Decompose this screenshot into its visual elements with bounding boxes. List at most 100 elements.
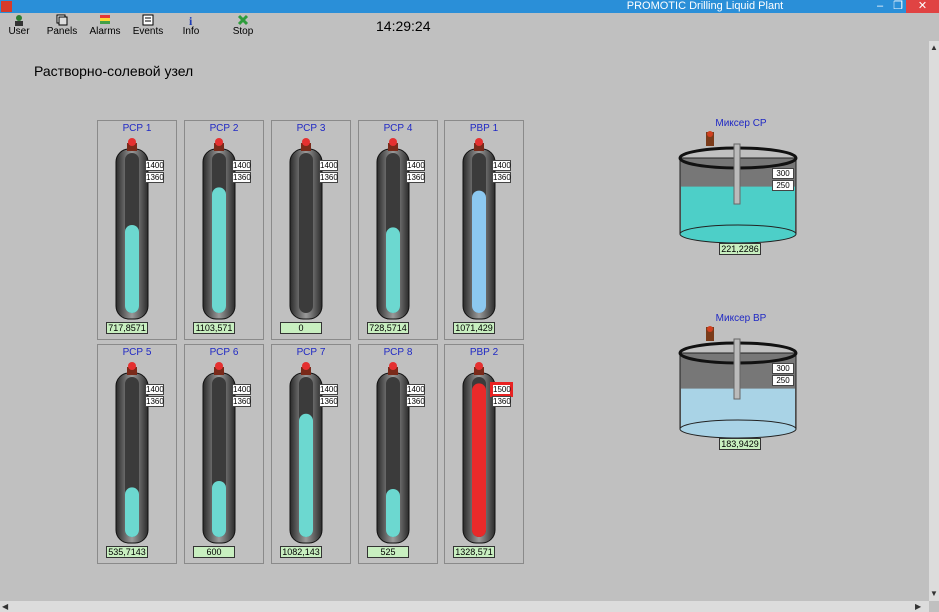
- events-button[interactable]: Events: [128, 13, 168, 40]
- tank-value: 600: [193, 546, 235, 558]
- title-bar: PROMOTIC Drilling Liquid Plant – ❐ ✕: [0, 0, 939, 13]
- alarms-button[interactable]: Alarms: [88, 13, 122, 40]
- scroll-up-icon[interactable]: ▲: [930, 43, 938, 53]
- tank-value: 0: [280, 322, 322, 334]
- tank-fill: [472, 190, 486, 313]
- tank-name: РСР 8: [383, 347, 413, 358]
- tank-graphic: [462, 362, 496, 544]
- high-limit: 1500: [492, 384, 511, 395]
- mixer-name: Миксер СР: [715, 118, 767, 129]
- tank-value: 1082,143: [280, 546, 322, 558]
- tank-panel[interactable]: РСР 1 1400 1360 717,8571: [97, 120, 177, 340]
- low-limit: 1360: [145, 172, 164, 183]
- stop-icon: [237, 14, 249, 26]
- scroll-right-icon[interactable]: ▶: [915, 602, 921, 612]
- tank-fill: [212, 187, 226, 313]
- tank-panel[interactable]: РСР 6 1400 1360 600: [184, 344, 264, 564]
- tank-value: 525: [367, 546, 409, 558]
- info-icon: i: [189, 14, 193, 26]
- mixer-name: Миксер ВР: [715, 313, 767, 324]
- svg-text:i: i: [189, 14, 193, 26]
- mixer-high-limit: 300: [772, 168, 794, 179]
- high-limit: 1400: [145, 160, 164, 171]
- low-limit: 1360: [145, 396, 164, 407]
- panels-button[interactable]: Panels: [44, 13, 80, 40]
- high-limit: 1400: [319, 160, 338, 171]
- tank-fill: [212, 481, 226, 537]
- tank-fill: [472, 383, 486, 537]
- tank-value: 1103,571: [193, 322, 235, 334]
- page-title: Растворно-солевой узел: [34, 63, 194, 79]
- high-limit: 1400: [145, 384, 164, 395]
- horizontal-scrollbar[interactable]: ◀ ▶: [0, 601, 929, 612]
- low-limit: 1360: [232, 396, 251, 407]
- mixer-value: 183,9429: [719, 438, 761, 450]
- mixer-value: 221,2286: [719, 243, 761, 255]
- stop-button[interactable]: Stop: [228, 13, 258, 40]
- alarms-label: Alarms: [89, 26, 121, 37]
- mixer-low-limit: 250: [772, 375, 794, 386]
- tank-name: РСР 2: [209, 123, 239, 134]
- events-icon: [142, 14, 154, 26]
- mixer[interactable]: Миксер ВР 300 250 183,9429: [676, 313, 806, 453]
- tank-panel[interactable]: РСР 5 1400 1360 535,7143: [97, 344, 177, 564]
- tank-name: РСР 7: [296, 347, 326, 358]
- high-limit: 1400: [406, 160, 425, 171]
- low-limit: 1360: [232, 172, 251, 183]
- info-button[interactable]: i Info: [176, 13, 206, 40]
- close-button[interactable]: ✕: [906, 0, 939, 13]
- minimize-button[interactable]: –: [872, 0, 888, 13]
- high-limit: 1400: [232, 160, 251, 171]
- vertical-scrollbar[interactable]: ▲ ▼: [929, 41, 939, 601]
- tank-panel[interactable]: РСР 8 1400 1360 525: [358, 344, 438, 564]
- tank-value: 1071,429: [453, 322, 495, 334]
- tank-fill: [125, 487, 139, 537]
- low-limit: 1360: [319, 396, 338, 407]
- mixer-low-limit: 250: [772, 180, 794, 191]
- toolbar: User Panels Alarms Events i Info Stop: [0, 13, 939, 40]
- tank-panel[interactable]: РСР 3 1400 1360 0: [271, 120, 351, 340]
- tank-panel[interactable]: РВР 1 1400 1360 1071,429: [444, 120, 524, 340]
- user-label: User: [8, 26, 30, 37]
- tank-value: 1328,571: [453, 546, 495, 558]
- scroll-down-icon[interactable]: ▼: [930, 589, 938, 599]
- low-limit: 1360: [406, 172, 425, 183]
- tank-name: РСР 5: [122, 347, 152, 358]
- tank-panel[interactable]: РСР 7 1400 1360 1082,143: [271, 344, 351, 564]
- high-limit: 1400: [319, 384, 338, 395]
- scroll-left-icon[interactable]: ◀: [2, 602, 8, 612]
- tank-graphic: [289, 138, 323, 320]
- mixer[interactable]: Миксер СР 300 250 221,2286: [676, 118, 806, 258]
- tank-graphic: [115, 362, 149, 544]
- user-icon: [15, 15, 23, 26]
- tank-value: 728,5714: [367, 322, 409, 334]
- panels-label: Panels: [46, 26, 78, 37]
- info-label: Info: [182, 26, 200, 37]
- tank-name: РВР 2: [469, 347, 499, 358]
- tank-fill: [125, 225, 139, 313]
- mixer-high-limit: 300: [772, 363, 794, 374]
- low-limit: 1360: [492, 172, 511, 183]
- low-limit: 1360: [319, 172, 338, 183]
- clock: 14:29:24: [376, 18, 431, 34]
- tank-value: 717,8571: [106, 322, 148, 334]
- tank-value: 535,7143: [106, 546, 148, 558]
- tank-graphic: [462, 138, 496, 320]
- maximize-button[interactable]: ❐: [890, 0, 906, 13]
- alarms-icon: [100, 15, 110, 24]
- events-label: Events: [132, 26, 164, 37]
- tank-panel[interactable]: РСР 2 1400 1360 1103,571: [184, 120, 264, 340]
- app-logo-icon[interactable]: [1, 1, 12, 12]
- tank-graphic: [202, 362, 236, 544]
- tank-graphic: [289, 362, 323, 544]
- window-title: PROMOTIC Drilling Liquid Plant: [626, 0, 784, 12]
- stop-label: Stop: [232, 26, 254, 37]
- tank-panel[interactable]: РСР 4 1400 1360 728,5714: [358, 120, 438, 340]
- user-button[interactable]: User: [4, 13, 34, 40]
- tank-fill: [386, 489, 400, 537]
- tank-panel[interactable]: РВР 2 1500 1360 1328,571: [444, 344, 524, 564]
- panels-icon: [56, 14, 68, 26]
- tank-name: РСР 6: [209, 347, 239, 358]
- tank-graphic: [376, 138, 410, 320]
- tank-fill: [386, 227, 400, 313]
